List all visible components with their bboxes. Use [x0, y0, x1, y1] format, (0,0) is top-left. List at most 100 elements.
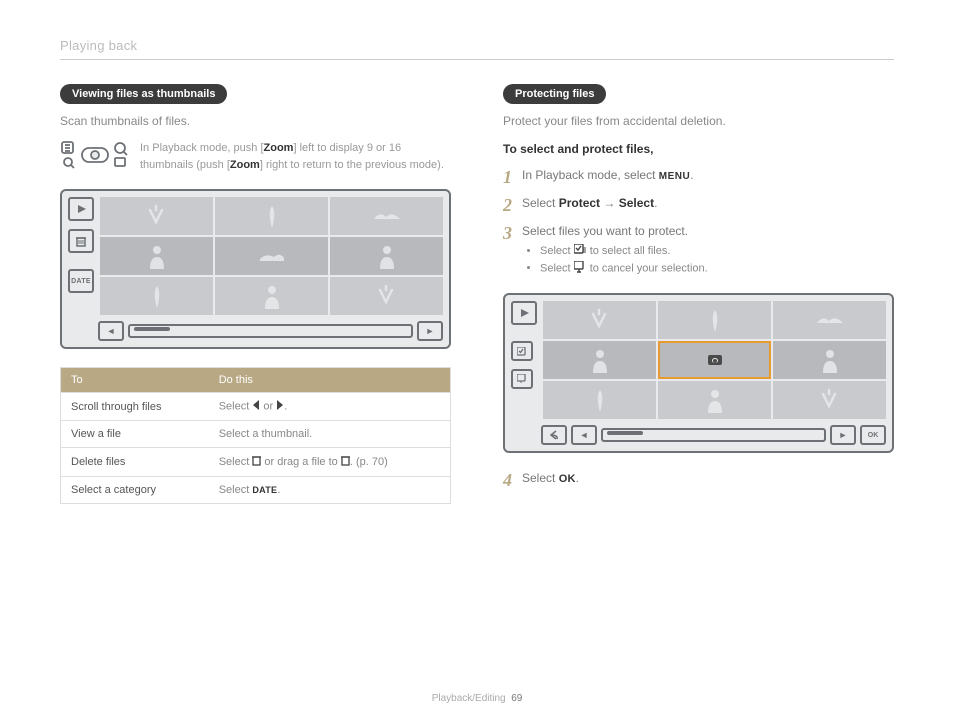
- txt: .: [576, 471, 579, 485]
- cell: Select or drag a file to . (p. 70): [209, 448, 451, 477]
- step-text: Select Protect → Select.: [522, 196, 657, 210]
- next-button: ►: [417, 321, 443, 341]
- pill-viewing: Viewing files as thumbnails: [60, 84, 227, 104]
- play-icon: [511, 301, 537, 325]
- lead-viewing: Scan thumbnails of files.: [60, 114, 451, 128]
- table-row: Scroll through files Select or .: [61, 393, 451, 421]
- cell: Select a thumbnail.: [209, 421, 451, 448]
- table-row: Delete files Select or drag a file to . …: [61, 448, 451, 477]
- thumb: [330, 237, 443, 275]
- table-row: View a file Select a thumbnail.: [61, 421, 451, 448]
- txt: Select: [522, 196, 559, 210]
- table-head: To Do this: [61, 368, 451, 393]
- txt: ] right to return to the previous mode).: [260, 159, 444, 171]
- steps-list: 1In Playback mode, select MENU. 2 Select …: [503, 168, 894, 279]
- step-3: 3 Select files you want to protect. Selec…: [503, 224, 894, 279]
- step-text: Select files you want to protect. Select…: [522, 224, 708, 279]
- menu-icon: MENU: [659, 171, 690, 182]
- thumb: [215, 237, 328, 275]
- thumb: [543, 341, 656, 379]
- ok-button: OK: [860, 425, 886, 445]
- cell: Delete files: [61, 448, 209, 477]
- deselect-icon: [511, 369, 533, 389]
- prev-button: ◄: [98, 321, 124, 341]
- play-icon: [68, 197, 94, 221]
- footer-section: Playback/Editing: [432, 693, 506, 704]
- pill-protecting: Protecting files: [503, 84, 606, 104]
- bullet: Select to cancel your selection.: [540, 261, 708, 276]
- txt: .: [654, 196, 657, 210]
- col-right: Protecting files Protect your files from…: [503, 84, 894, 504]
- bold: Protect: [559, 196, 600, 210]
- txt: In Playback mode, select: [522, 168, 659, 182]
- step-2: 2 Select Protect → Select.: [503, 196, 894, 214]
- deselect-icon: [574, 261, 587, 276]
- ok-icon: OK: [559, 473, 576, 485]
- arrow: →: [600, 196, 619, 210]
- cell: View a file: [61, 421, 209, 448]
- grid-wrap: ◄ ► OK: [541, 301, 886, 445]
- date-button: DATE: [68, 269, 94, 293]
- scroll-thumb: [134, 327, 170, 331]
- txt: Select: [522, 471, 559, 485]
- txt: Select: [540, 245, 574, 257]
- thumb: [658, 301, 771, 339]
- step-number: 3: [503, 224, 512, 242]
- page-number: 69: [511, 693, 522, 704]
- thumb: [215, 197, 328, 235]
- nav-row: ◄ ► OK: [541, 425, 886, 445]
- th-do: Do this: [209, 368, 451, 393]
- txt: or drag a file to: [261, 456, 341, 468]
- next-button: ►: [830, 425, 856, 445]
- cell: Select DATE.: [209, 477, 451, 504]
- step-4: 4Select OK.: [503, 471, 894, 489]
- thumb: [330, 197, 443, 235]
- trash-icon: [341, 455, 350, 469]
- th-to: To: [61, 368, 209, 393]
- table-row: Select a category Select DATE.: [61, 477, 451, 504]
- txt: Select: [219, 484, 253, 496]
- step-text: Select OK.: [522, 471, 579, 485]
- step3-bullets: Select to select all files. Select to ca…: [540, 244, 708, 276]
- zoom-text: In Playback mode, push [Zoom] left to di…: [140, 140, 451, 173]
- protect-screen: ◄ ► OK: [503, 293, 894, 453]
- thumb: [658, 381, 771, 419]
- txt: Select: [219, 400, 253, 412]
- col-left: Viewing files as thumbnails Scan thumbna…: [60, 84, 451, 504]
- thumb: [773, 381, 886, 419]
- thumb: [100, 277, 213, 315]
- step-1: 1In Playback mode, select MENU.: [503, 168, 894, 186]
- steps-list-2: 4Select OK.: [503, 471, 894, 489]
- page-footer: Playback/Editing 69: [0, 693, 954, 704]
- cell: Select or .: [209, 393, 451, 421]
- txt: .: [690, 168, 693, 182]
- screen1-sidebar: DATE: [68, 197, 94, 293]
- txt: In Playback mode, push [: [140, 142, 264, 154]
- cell: Scroll through files: [61, 393, 209, 421]
- thumbnail-grid: [100, 197, 443, 315]
- txt: Select: [540, 262, 574, 274]
- subheading: To select and protect files,: [503, 142, 894, 156]
- thumb: [543, 301, 656, 339]
- thumb: [773, 301, 886, 339]
- thumb: [773, 341, 886, 379]
- cell: Select a category: [61, 477, 209, 504]
- scrollbar: [128, 324, 413, 338]
- txt: Select: [219, 456, 253, 468]
- scroll-thumb: [607, 431, 643, 435]
- txt: to cancel your selection.: [587, 262, 708, 274]
- lock-icon: [708, 355, 722, 365]
- date-icon: DATE: [252, 485, 277, 495]
- page: Playing back Viewing files as thumbnails…: [0, 0, 954, 720]
- thumb: [215, 277, 328, 315]
- txt: .: [284, 400, 287, 412]
- bold: Select: [619, 196, 654, 210]
- step-text: In Playback mode, select MENU.: [522, 168, 694, 182]
- columns: Viewing files as thumbnails Scan thumbna…: [60, 84, 894, 504]
- grid-wrap: ◄ ►: [98, 197, 443, 341]
- zoom-word: Zoom: [264, 142, 294, 154]
- thumb-selected: [658, 341, 771, 379]
- back-button: [541, 425, 567, 445]
- txt: .: [277, 484, 280, 496]
- step-number: 2: [503, 196, 512, 214]
